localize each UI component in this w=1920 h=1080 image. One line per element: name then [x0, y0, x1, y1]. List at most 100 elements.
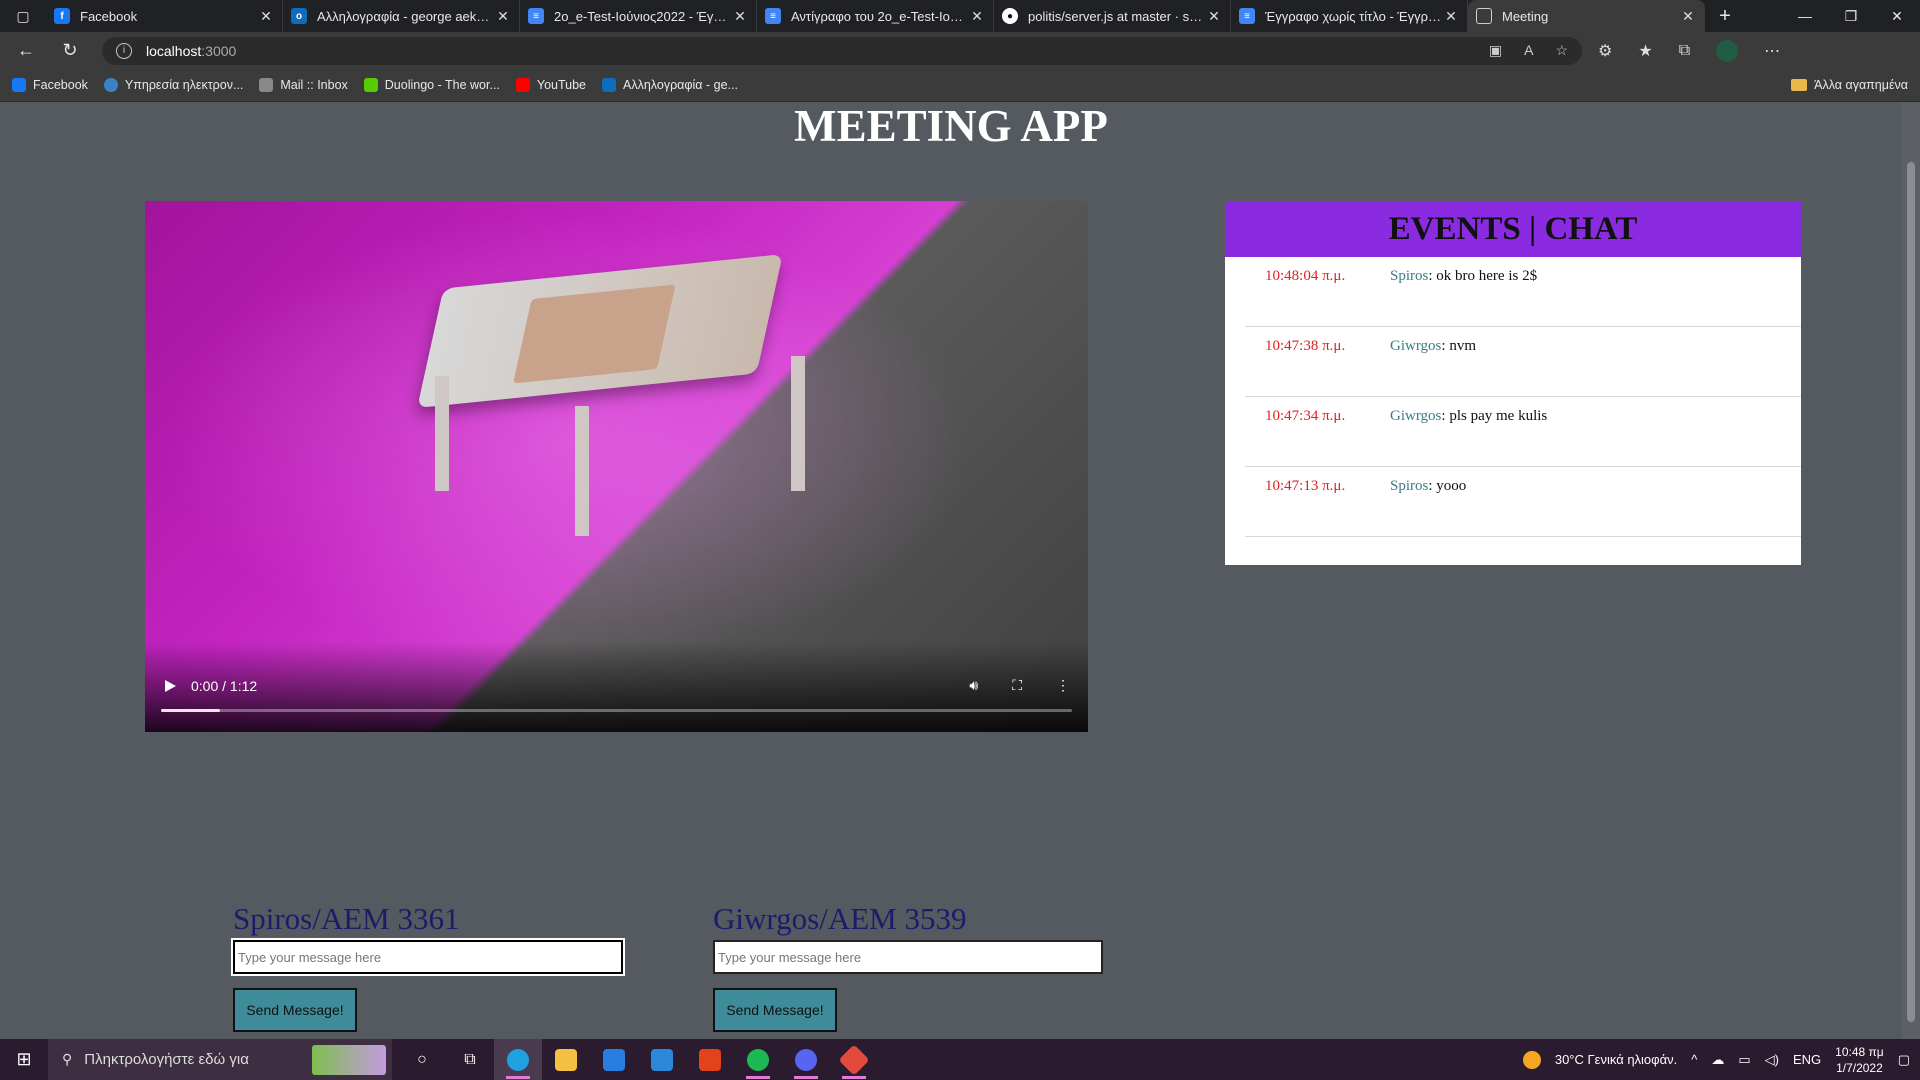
mail-app-icon[interactable]: [638, 1039, 686, 1080]
message-input[interactable]: [231, 938, 625, 977]
docs-icon: ≡: [528, 8, 544, 24]
tab-meeting[interactable]: Meeting ✕: [1468, 0, 1705, 32]
more-options-icon[interactable]: ⋮: [1056, 677, 1070, 694]
bookmark-label: YouTube: [536, 78, 587, 92]
chat-body: yooo: [1432, 478, 1467, 494]
bookmarks-bar: Facebook Υπηρεσία ηλεκτρον... Mail :: In…: [0, 69, 1920, 102]
tab-actions-icon[interactable]: ▢: [0, 0, 46, 32]
chat-user: Giwrgos: [1390, 408, 1442, 424]
close-icon[interactable]: ✕: [1206, 8, 1222, 25]
scrollbar-thumb[interactable]: [1907, 162, 1915, 1022]
restore-icon[interactable]: ❐: [1828, 0, 1874, 32]
chat-time: 10:47:34 π.μ.: [1265, 408, 1346, 424]
volume-icon[interactable]: 🔊︎: [969, 677, 978, 694]
url-field[interactable]: i localhost:3000 ▣ A ☆: [102, 36, 1582, 65]
bookmark-duolingo[interactable]: Duolingo - The wor...: [363, 78, 500, 92]
new-tab-button[interactable]: +: [1705, 0, 1745, 32]
notifications-icon[interactable]: ▢: [1898, 1052, 1910, 1068]
windows-start-icon[interactable]: ⊞: [0, 1039, 48, 1080]
spotify-icon[interactable]: [734, 1039, 782, 1080]
close-icon[interactable]: ✕: [495, 8, 511, 25]
chat-message: 10:47:38 π.μ. Giwrgos: nvm: [1245, 327, 1801, 397]
collections-icon[interactable]: ⧉: [1679, 42, 1690, 60]
clock-date: 1/7/2022: [1836, 1060, 1883, 1075]
table-leg: [575, 406, 589, 536]
taskbar-search[interactable]: ⚲ Πληκτρολογήστε εδώ για: [48, 1039, 392, 1080]
outlook-icon: [602, 78, 617, 92]
chat-user: Giwrgos: [1390, 338, 1442, 354]
task-view-icon[interactable]: ⧉: [446, 1039, 494, 1080]
chat-time: 10:47:38 π.μ.: [1265, 338, 1346, 354]
chat-body: nvm: [1445, 338, 1476, 354]
language-indicator[interactable]: ENG: [1793, 1052, 1821, 1067]
video-player[interactable]: 0:00 / 1:12 🔊︎ ⛶ ⋮: [145, 201, 1088, 732]
add-favorite-icon[interactable]: ☆: [1555, 42, 1568, 59]
chevron-up-icon[interactable]: ^: [1691, 1052, 1697, 1067]
git-icon[interactable]: [830, 1039, 878, 1080]
network-icon[interactable]: ▭: [1738, 1052, 1750, 1068]
profile-avatar[interactable]: [1716, 39, 1739, 62]
tab-github[interactable]: ● politis/server.js at master · sarm... …: [994, 0, 1231, 32]
window-controls: — ❐ ✕: [1782, 0, 1920, 32]
chat-body: pls pay me kulis: [1445, 408, 1548, 424]
fullscreen-icon[interactable]: ⛶: [1012, 677, 1022, 694]
page-title: MEETING APP: [794, 101, 1108, 151]
tab-outlook[interactable]: o Αλληλογραφία - george aekara... ✕: [283, 0, 520, 32]
weather-text[interactable]: 30°C Γενικά ηλιοφάν.: [1555, 1052, 1677, 1067]
other-favorites[interactable]: Άλλα αγαπημένα: [1791, 78, 1908, 92]
table-leg: [791, 356, 805, 491]
bookmark-email-service[interactable]: Υπηρεσία ηλεκτρον...: [103, 78, 243, 92]
tab-docs-untitled[interactable]: ≡ Έγγραφο χωρίς τίτλο - Έγγραφ... ✕: [1231, 0, 1468, 32]
taskbar-clock[interactable]: 10:48 πμ 1/7/2022: [1835, 1044, 1884, 1076]
video-progress-track[interactable]: [161, 709, 1072, 712]
user-panel-spiros: Spiros/AEM 3361 Send Message!: [231, 901, 625, 1033]
cortana-icon[interactable]: ○: [398, 1039, 446, 1080]
bookmark-mail-inbox[interactable]: Mail :: Inbox: [259, 78, 348, 92]
chat-body: ok bro here is 2$: [1432, 268, 1538, 284]
file-explorer-icon[interactable]: [542, 1039, 590, 1080]
close-icon[interactable]: ✕: [258, 8, 274, 25]
close-window-icon[interactable]: ✕: [1874, 0, 1920, 32]
page-scrollbar[interactable]: [1902, 102, 1920, 1039]
video-buffered: [161, 709, 221, 712]
onedrive-icon[interactable]: ☁: [1711, 1052, 1724, 1068]
site-info-icon[interactable]: i: [116, 42, 132, 59]
tab-docs-copy[interactable]: ≡ Αντίγραφο του 2o_e-Test-Ιούνι... ✕: [757, 0, 994, 32]
play-icon[interactable]: [163, 679, 177, 693]
camera-blocked-icon[interactable]: ▣: [1489, 42, 1502, 59]
minimize-icon[interactable]: —: [1782, 0, 1828, 32]
bookmark-outlook[interactable]: Αλληλογραφία - ge...: [602, 78, 738, 92]
favorites-icon[interactable]: ★: [1638, 41, 1652, 61]
office-icon[interactable]: [686, 1039, 734, 1080]
tab-docs-test[interactable]: ≡ 2o_e-Test-Ιούνιος2022 - Έγγραφ... ✕: [520, 0, 757, 32]
tab-facebook[interactable]: f Facebook ✕: [46, 0, 283, 32]
store-icon[interactable]: [590, 1039, 638, 1080]
toolbar-icons: ⚙ ★ ⧉ ⋯: [1598, 39, 1780, 62]
bookmark-label: Duolingo - The wor...: [384, 78, 500, 92]
more-icon[interactable]: ⋯: [1764, 41, 1780, 61]
message-input[interactable]: [713, 940, 1103, 975]
send-message-button[interactable]: Send Message!: [233, 988, 357, 1033]
back-icon[interactable]: ←: [8, 36, 44, 66]
speaker-icon[interactable]: ◁): [1765, 1052, 1779, 1068]
extensions-icon[interactable]: ⚙: [1598, 41, 1612, 61]
close-icon[interactable]: ✕: [732, 8, 748, 25]
events-chat-panel: EVENTS | CHAT 10:48:04 π.μ. Spiros: ok b…: [1225, 201, 1801, 565]
edge-icon[interactable]: [494, 1039, 542, 1080]
page-icon: [1476, 8, 1492, 24]
user-title: Spiros/AEM 3361: [233, 901, 460, 936]
url-actions: ▣ A ☆: [1489, 42, 1582, 59]
search-highlight-image: [312, 1044, 386, 1075]
close-icon[interactable]: ✕: [1443, 8, 1459, 25]
discord-icon[interactable]: [782, 1039, 830, 1080]
refresh-icon[interactable]: ↻: [52, 36, 88, 66]
folder-icon: [1791, 79, 1808, 91]
send-message-button[interactable]: Send Message!: [713, 988, 837, 1033]
bookmark-youtube[interactable]: YouTube: [515, 78, 587, 92]
close-icon[interactable]: ✕: [1680, 8, 1696, 25]
read-aloud-icon[interactable]: A: [1524, 42, 1533, 59]
bookmark-facebook[interactable]: Facebook: [12, 78, 88, 92]
chat-time: 10:48:04 π.μ.: [1265, 268, 1346, 284]
browser-tab-bar: ▢ f Facebook ✕ o Αλληλογραφία - george a…: [0, 0, 1920, 32]
close-icon[interactable]: ✕: [969, 8, 985, 25]
